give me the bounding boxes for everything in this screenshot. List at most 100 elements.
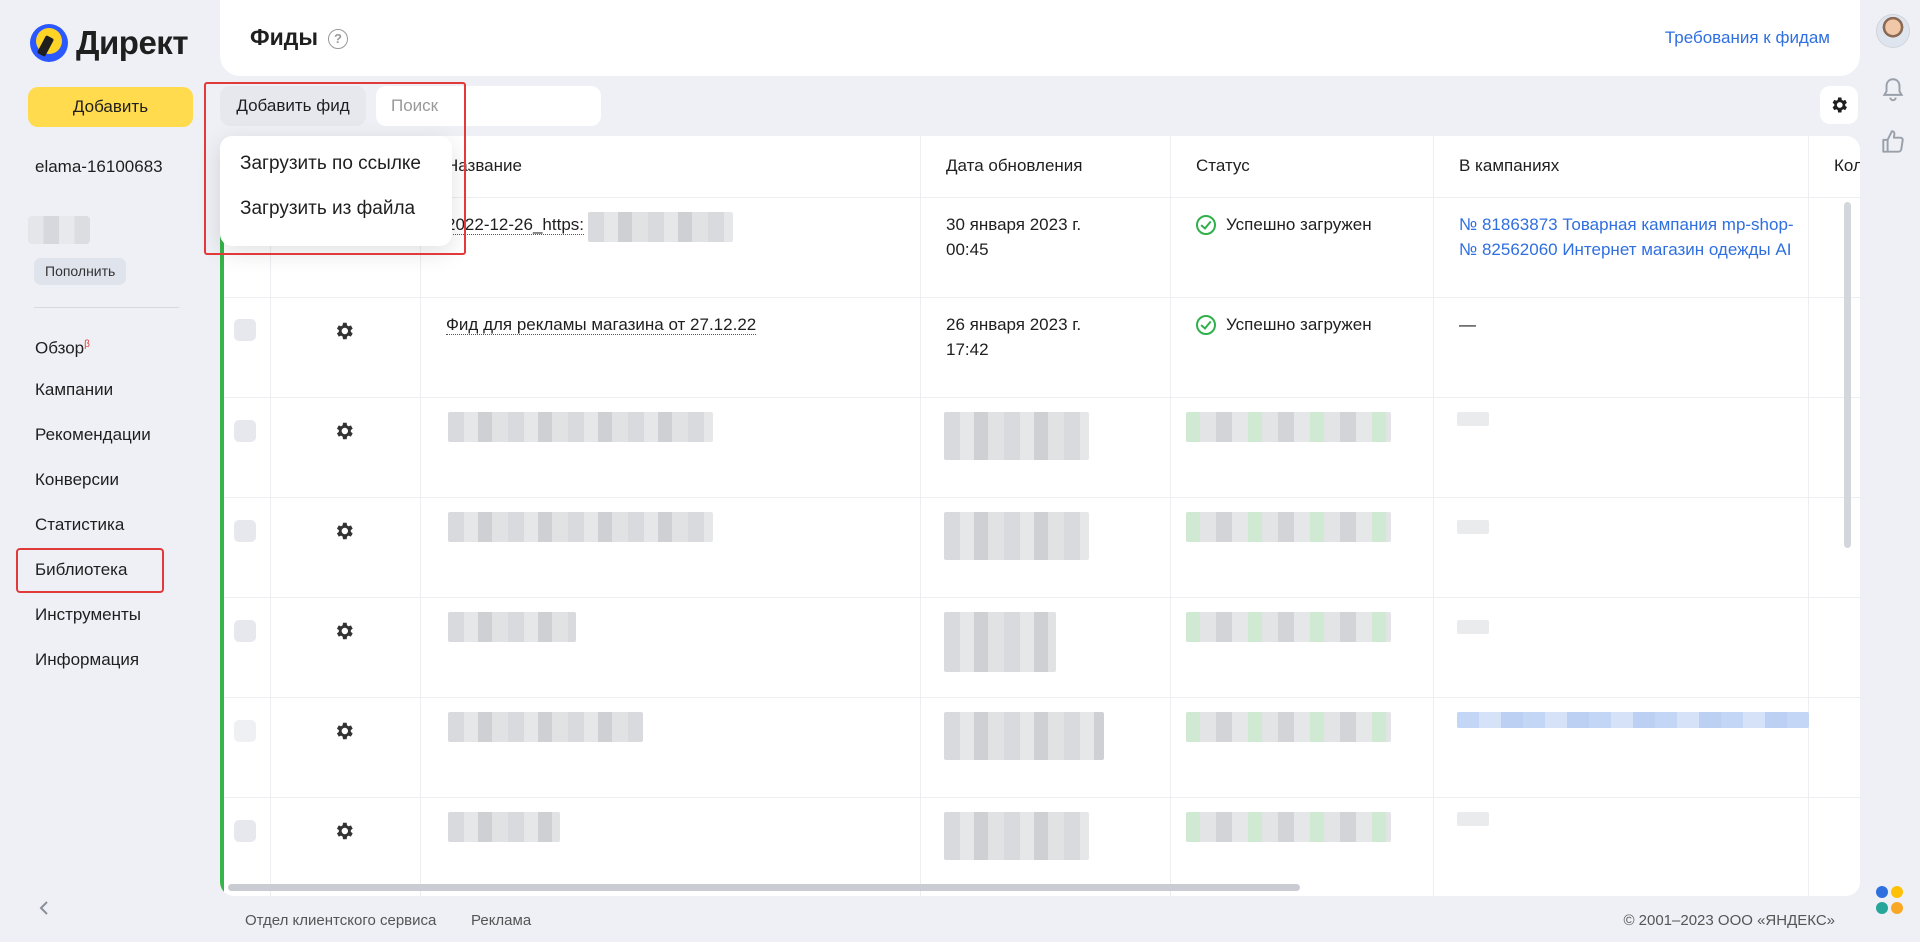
logo-text: Директ	[76, 24, 188, 61]
sidebar-item-info[interactable]: Информация	[35, 647, 151, 692]
blurred-status	[1186, 412, 1391, 442]
horizontal-scrollbar[interactable]	[228, 884, 1300, 891]
blurred-name	[448, 612, 576, 642]
campaign-link[interactable]: № 82562060 Интернет магазин одежды AI	[1459, 237, 1804, 262]
update-date: 26 января 2023 г. 17:42	[946, 312, 1081, 362]
table-row: Фид для рекламы магазина от 27.12.22 26 …	[220, 298, 1860, 398]
campaign-link[interactable]: № 81863873 Товарная кампания mp-shop-	[1459, 212, 1804, 237]
blurred-status	[1186, 612, 1391, 642]
status-text: Успешно загружен	[1226, 215, 1372, 234]
column-header-campaigns[interactable]: В кампаниях	[1459, 156, 1559, 176]
sidebar-divider	[34, 307, 179, 308]
table-row	[220, 598, 1860, 698]
row-status-bar	[220, 598, 224, 698]
vertical-scrollbar[interactable]	[1844, 202, 1851, 548]
page-title: Фиды	[250, 24, 319, 50]
row-status-bar	[220, 498, 224, 598]
update-date-day: 26 января 2023 г.	[946, 315, 1082, 334]
footer-link-client-service[interactable]: Отдел клиентского сервиса	[245, 912, 436, 929]
help-icon[interactable]: ?	[328, 29, 348, 49]
sidebar-item-label: Конверсии	[35, 470, 119, 489]
collapse-sidebar-icon[interactable]	[36, 900, 52, 916]
row-checkbox[interactable]	[234, 720, 256, 742]
update-date-time: 17:42	[946, 340, 989, 359]
row-status-bar	[220, 798, 224, 896]
logo[interactable]: Директ	[30, 24, 188, 62]
row-status-bar	[220, 298, 224, 398]
feed-status: Успешно загружен	[1196, 212, 1372, 237]
gear-icon[interactable]	[333, 320, 355, 342]
blurred-campaigns	[1457, 812, 1489, 826]
blurred-name	[448, 812, 560, 842]
sidebar-item-campaigns[interactable]: Кампании	[35, 377, 151, 422]
library-highlight-box	[16, 548, 164, 593]
copyright: © 2001–2023 ООО «ЯНДЕКС»	[1623, 912, 1835, 929]
blurred-name	[448, 512, 713, 542]
gear-icon[interactable]	[333, 720, 355, 742]
update-date-day: 30 января 2023 г.	[946, 215, 1082, 234]
table-row	[220, 398, 1860, 498]
gear-icon[interactable]	[333, 820, 355, 842]
feed-url-blurred	[588, 212, 733, 242]
sidebar-item-recommendations[interactable]: Рекомендации	[35, 422, 151, 467]
bell-icon[interactable]	[1880, 76, 1906, 104]
gear-icon[interactable]	[333, 420, 355, 442]
sidebar-item-label: Кампании	[35, 380, 114, 399]
blurred-date	[944, 512, 1089, 560]
blurred-status	[1186, 712, 1391, 742]
account-login[interactable]: elama-16100683	[35, 157, 163, 177]
table-row	[220, 698, 1860, 798]
footer-link-ads[interactable]: Реклама	[471, 912, 531, 929]
topup-button[interactable]: Пополнить	[34, 258, 127, 285]
account-balance-blurred	[28, 216, 90, 244]
row-checkbox[interactable]	[234, 420, 256, 442]
thumbs-up-icon[interactable]	[1880, 128, 1906, 156]
table-header-row: Название Дата обновления Статус В кампан…	[220, 136, 1860, 198]
feed-name-link[interactable]: Фид для рекламы магазина от 27.12.22	[446, 315, 757, 335]
blurred-name	[448, 412, 713, 442]
sidebar-item-overview[interactable]: Обзорβ	[35, 332, 151, 377]
add-feed-highlight-box	[204, 82, 466, 255]
yandex-apps-icon[interactable]	[1876, 886, 1906, 918]
campaigns-cell: № 81863873 Товарная кампания mp-shop- № …	[1459, 212, 1804, 262]
update-date: 30 января 2023 г. 00:45	[946, 212, 1081, 262]
sidebar-item-label: Обзор	[35, 338, 85, 358]
sidebar: Директ Добавить elama-16100683 Пополнить…	[0, 0, 220, 942]
blurred-name	[448, 712, 643, 742]
blurred-campaigns	[1457, 412, 1489, 426]
status-text: Успешно загружен	[1226, 315, 1372, 334]
column-header-updated[interactable]: Дата обновления	[946, 156, 1083, 176]
feed-status: Успешно загружен	[1196, 312, 1372, 337]
column-header-count[interactable]: Кол	[1834, 156, 1860, 176]
row-status-bar	[220, 698, 224, 798]
gear-icon[interactable]	[333, 620, 355, 642]
blurred-date	[944, 612, 1056, 672]
feed-name[interactable]: 2022-12-26_https:	[446, 212, 584, 237]
row-checkbox[interactable]	[234, 820, 256, 842]
feed-name[interactable]: Фид для рекламы магазина от 27.12.22	[446, 312, 757, 337]
sidebar-item-tools[interactable]: Инструменты	[35, 602, 151, 647]
campaigns-cell: —	[1459, 315, 1476, 334]
table-row: 2022-12-26_https: 30 января 2023 г. 00:4…	[220, 198, 1860, 298]
blurred-campaigns	[1457, 520, 1489, 534]
row-checkbox[interactable]	[234, 319, 256, 341]
row-checkbox[interactable]	[234, 620, 256, 642]
column-header-status[interactable]: Статус	[1196, 156, 1250, 176]
blurred-campaigns	[1457, 620, 1489, 634]
blurred-date	[944, 412, 1089, 460]
feeds-table: Название Дата обновления Статус В кампан…	[220, 136, 1860, 896]
add-button[interactable]: Добавить	[28, 87, 193, 127]
sidebar-item-conversions[interactable]: Конверсии	[35, 467, 151, 512]
page-header: Фиды ? Требования к фидам	[220, 0, 1860, 76]
feed-requirements-link[interactable]: Требования к фидам	[1665, 28, 1830, 48]
row-checkbox[interactable]	[234, 520, 256, 542]
gear-icon	[1832, 97, 1847, 113]
feed-name-link[interactable]: 2022-12-26_https:	[446, 215, 584, 235]
blurred-status	[1186, 512, 1391, 542]
sidebar-nav: Обзорβ Кампании Рекомендации Конверсии С…	[35, 332, 151, 692]
sidebar-item-label: Инструменты	[35, 605, 142, 624]
gear-icon[interactable]	[333, 520, 355, 542]
table-settings-button[interactable]	[1820, 86, 1858, 124]
avatar[interactable]	[1876, 14, 1910, 48]
beta-badge: β	[84, 339, 90, 350]
